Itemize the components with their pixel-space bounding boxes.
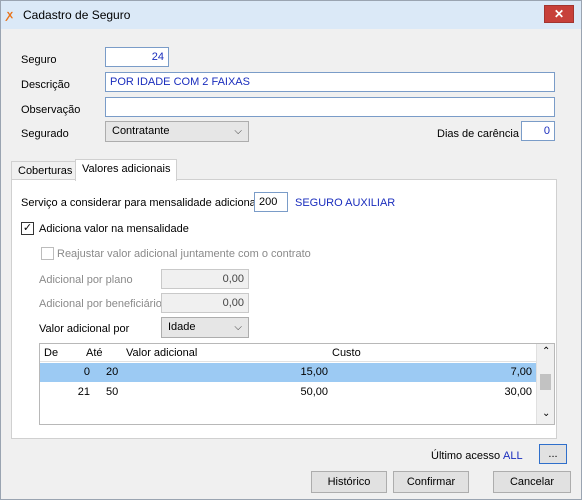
column-header-custo[interactable]: Custo — [332, 344, 361, 362]
historico-button[interactable]: Histórico — [311, 471, 387, 493]
valor-adicional-por-select[interactable]: Idade ⌵ — [161, 317, 249, 338]
valor-adicional-por-label: Valor adicional por — [39, 323, 130, 335]
seguro-field[interactable]: 24 — [105, 47, 169, 67]
ultimo-acesso-button[interactable]: ... — [539, 444, 567, 464]
adiciona-checkbox[interactable]: ✓ — [21, 222, 34, 235]
dias-carencia-label: Dias de carência — [437, 128, 519, 140]
scroll-thumb[interactable] — [540, 374, 551, 390]
dias-carencia-field[interactable]: 0 — [521, 121, 555, 141]
cell-de: 21 — [77, 386, 90, 398]
observacao-label: Observação — [21, 104, 81, 116]
column-header-valor[interactable]: Valor adicional — [126, 344, 197, 362]
segurado-select[interactable]: Contratante ⌵ — [105, 121, 249, 142]
faixas-grid: De Até Valor adicional Custo 0 20 15,00 … — [39, 343, 555, 425]
cell-custo: 30,00 — [504, 386, 532, 398]
table-row[interactable]: 21 50 50,00 30,00 — [40, 383, 536, 402]
por-beneficiario-field[interactable]: 0,00 — [161, 293, 249, 313]
ultimo-acesso-label: Último acesso — [431, 450, 501, 462]
grid-scrollbar[interactable]: ⌃ ⌄ — [536, 344, 554, 424]
table-row[interactable]: 0 20 15,00 7,00 — [40, 363, 536, 382]
column-header-de[interactable]: De — [44, 344, 58, 362]
confirmar-button[interactable]: Confirmar — [393, 471, 469, 493]
servico-label: Serviço a considerar para mensalidade ad… — [21, 197, 259, 209]
segurado-value: Contratante — [112, 125, 170, 137]
cell-de: 0 — [83, 366, 90, 378]
chevron-down-icon: ⌵ — [234, 322, 242, 333]
close-button[interactable]: ✕ — [544, 5, 574, 23]
servico-code-field[interactable]: 200 — [254, 192, 288, 212]
app-logo-icon: ꭗ — [7, 9, 13, 21]
cadastro-seguro-window: ꭗ Cadastro de Seguro ✕ Seguro 24 Descriç… — [0, 0, 582, 500]
chevron-up-icon[interactable]: ⌃ — [542, 346, 550, 357]
cell-custo: 7,00 — [510, 366, 532, 378]
valor-adicional-por-value: Idade — [168, 321, 196, 333]
por-plano-label: Adicional por plano — [39, 274, 133, 286]
cell-ate: 50 — [106, 386, 119, 398]
reajustar-checkbox[interactable] — [41, 247, 54, 260]
window-title: Cadastro de Seguro — [23, 8, 131, 22]
cancelar-button[interactable]: Cancelar — [493, 471, 571, 493]
por-plano-field[interactable]: 0,00 — [161, 269, 249, 289]
chevron-down-icon[interactable]: ⌄ — [542, 408, 550, 419]
cell-ate: 20 — [106, 366, 119, 378]
por-beneficiario-label: Adicional por beneficiário — [39, 298, 162, 310]
segurado-label: Segurado — [21, 128, 69, 140]
chevron-down-icon: ⌵ — [234, 126, 242, 137]
servico-name: SEGURO AUXILIAR — [295, 197, 396, 209]
grid-header: De Até Valor adicional Custo — [40, 344, 536, 362]
descricao-field[interactable]: POR IDADE COM 2 FAIXAS — [105, 72, 555, 92]
adiciona-label: Adiciona valor na mensalidade — [39, 223, 189, 235]
descricao-label: Descrição — [21, 79, 70, 91]
observacao-field[interactable] — [105, 97, 555, 117]
tab-valores-adicionais[interactable]: Valores adicionais — [75, 159, 178, 181]
ultimo-acesso-value: ALL — [503, 450, 523, 462]
column-header-ate[interactable]: Até — [86, 344, 103, 362]
cell-valor: 15,00 — [300, 366, 328, 378]
tab-coberturas[interactable]: Coberturas — [11, 161, 80, 181]
title-bar: ꭗ Cadastro de Seguro ✕ — [1, 1, 581, 29]
seguro-label: Seguro — [21, 54, 57, 66]
reajustar-label: Reajustar valor adicional juntamente com… — [57, 248, 311, 260]
cell-valor: 50,00 — [300, 386, 328, 398]
